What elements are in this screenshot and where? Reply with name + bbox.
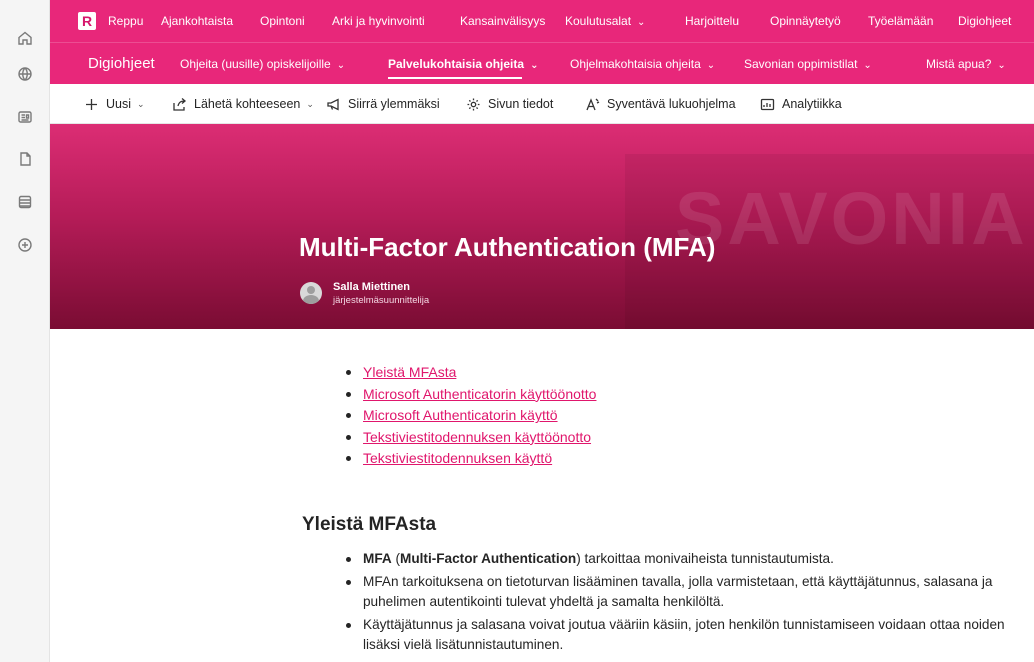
globe-icon[interactable] [12, 61, 38, 87]
chevron-down-icon: ⌄ [306, 98, 314, 109]
nav-digiohjeet[interactable]: Digiohjeet [958, 14, 1011, 28]
nav-harjoittelu[interactable]: Harjoittelu [685, 14, 739, 28]
nav-kansainvalisyys[interactable]: Kansainvälisyys [460, 14, 545, 28]
nav-koulutusalat[interactable]: Koulutusalat ⌄ [565, 14, 645, 28]
avatar[interactable] [300, 282, 322, 304]
chevron-down-icon: ⌄ [997, 60, 1006, 71]
list-item: MFA (Multi-Factor Authentication) tarkoi… [343, 549, 1033, 570]
new-button[interactable]: Uusi ⌄ [84, 84, 145, 124]
chevron-down-icon: ⌄ [863, 60, 872, 71]
list-item: Tekstiviestitodennuksen käyttöönotto [343, 427, 596, 449]
command-bar: Uusi ⌄ Lähetä kohteeseen ⌄ Siirrä ylemmäks… [50, 84, 1034, 124]
toc-link-sms-kaytto[interactable]: Tekstiviestitodennuksen käyttö [363, 450, 552, 466]
site-title[interactable]: Digiohjeet [88, 43, 155, 85]
send-to-button[interactable]: Lähetä kohteeseen ⌄ [172, 84, 314, 124]
document-icon[interactable] [12, 146, 38, 172]
toc-link-authenticator-kaytto[interactable]: Microsoft Authenticatorin käyttö [363, 407, 558, 423]
table-of-contents: Yleistä MFAsta Microsoft Authenticatorin… [343, 362, 596, 470]
plus-icon [86, 98, 97, 110]
page-title: Multi-Factor Authentication (MFA) [299, 232, 716, 262]
chevron-down-icon: ⌄ [706, 60, 716, 71]
list-item: Käyttäjätunnus ja salasana voivat joutua… [343, 615, 1033, 656]
site-nav: Digiohjeet Ohjeita (uusille) opiskelijoi… [50, 42, 1034, 84]
analytics-button[interactable]: Analytiikka [760, 84, 842, 124]
section-bullets: MFA (Multi-Factor Authentication) tarkoi… [343, 549, 1033, 658]
toc-link-authenticator-kayttoonotto[interactable]: Microsoft Authenticatorin käyttöönotto [363, 386, 596, 402]
subnav-ohjeita-uusille[interactable]: Ohjeita (uusille) opiskelijoille ⌄ [180, 43, 345, 85]
toc-link-yleista[interactable]: Yleistä MFAsta [363, 364, 456, 380]
nav-ajankohtaista[interactable]: Ajankohtaista [161, 14, 233, 28]
subnav-oppimistilat[interactable]: Savonian oppimistilat ⌄ [744, 43, 872, 85]
section-heading: Yleistä MFAsta [302, 514, 437, 535]
list-item: Microsoft Authenticatorin käyttö [343, 405, 596, 427]
chevron-down-icon: ⌄ [137, 98, 145, 109]
list-icon[interactable] [12, 189, 38, 215]
hero-banner: SAVONIA Multi-Factor Authentication (MFA… [50, 124, 1034, 329]
nav-arki[interactable]: Arki ja hyvinvointi [332, 14, 425, 28]
list-item: MFAn tarkoituksena on tietoturvan lisääm… [343, 572, 1033, 613]
app-rail [0, 0, 50, 662]
nav-opinnaytetyo[interactable]: Opinnäytetyö [770, 14, 841, 28]
author-name[interactable]: Salla Miettinen [333, 281, 410, 293]
nav-reppu[interactable]: Reppu [108, 14, 143, 28]
global-nav: R Reppu Ajankohtaista Opintoni Arki ja h… [50, 0, 1034, 42]
chevron-down-icon: ⌄ [336, 60, 346, 71]
chevron-down-icon: ⌄ [637, 17, 646, 28]
chevron-down-icon: ⌄ [530, 60, 539, 71]
subnav-palvelukohtaisia[interactable]: Palvelukohtaisia ohjeita ⌄ [388, 43, 538, 85]
nav-opintoni[interactable]: Opintoni [260, 14, 305, 28]
immersive-reader-button[interactable]: Syventävä lukuohjelma [585, 84, 736, 124]
nav-tyoelamaan[interactable]: Työelämään [868, 14, 933, 28]
home-icon[interactable] [12, 25, 38, 51]
reppu-logo[interactable]: R [78, 12, 96, 30]
megaphone-icon [327, 97, 339, 111]
gear-icon [467, 98, 480, 110]
subnav-mista-apua[interactable]: Mistä apua? ⌄ [926, 43, 1006, 85]
promote-button[interactable]: Siirrä ylemmäksi [326, 84, 440, 124]
list-item: Microsoft Authenticatorin käyttöönotto [343, 384, 596, 406]
author-role: järjestelmäsuunnittelija [333, 295, 430, 306]
subnav-ohjelmakohtaisia[interactable]: Ohjelmakohtaisia ohjeita ⌄ [570, 43, 715, 85]
analytics-icon [760, 98, 775, 110]
page-details-button[interactable]: Sivun tiedot [466, 84, 553, 124]
list-item: Tekstiviestitodennuksen käyttö [343, 448, 596, 470]
add-circle-icon[interactable] [12, 232, 38, 258]
savonia-watermark: SAVONIA [675, 177, 1028, 260]
immersive-reader-icon [586, 97, 600, 110]
list-item: Yleistä MFAsta [343, 362, 596, 384]
share-icon [173, 97, 187, 111]
toc-link-sms-kayttoonotto[interactable]: Tekstiviestitodennuksen käyttöönotto [363, 429, 591, 445]
news-icon[interactable] [12, 104, 38, 130]
